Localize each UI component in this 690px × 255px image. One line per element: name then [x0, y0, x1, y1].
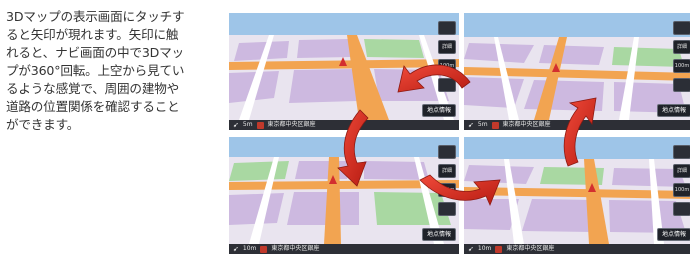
nav-map-screen-bottom-left[interactable]: 詳細 100m 地点情報 ➹ 10m 東京都中央区銀座 — [229, 137, 459, 254]
nav-map-screen-top-left[interactable]: 詳細 100m 地点情報 ➹ 5m 東京都中央区銀座 — [229, 13, 459, 130]
status-bar: ➹ 10m 東京都中央区銀座 — [464, 244, 690, 254]
zoom-button[interactable] — [438, 202, 456, 216]
map-scale: 5m — [477, 121, 488, 128]
status-bar: ➹ 10m 東京都中央区銀座 — [229, 244, 459, 254]
map-scale: 10m — [477, 245, 492, 252]
side-button-column: 詳細 100m — [673, 145, 690, 216]
compass-icon: ➹ — [233, 121, 239, 129]
side-button-column: 詳細 100m — [438, 21, 456, 92]
location-info-button[interactable]: 地点情報 — [657, 104, 690, 117]
current-position-icon — [339, 57, 347, 66]
position-mark-icon — [495, 245, 503, 253]
current-position-icon — [329, 175, 337, 184]
side-button-column: 詳細 100m — [673, 21, 690, 92]
zoom-button[interactable] — [438, 78, 456, 92]
status-bar: ➹ 5m 東京都中央区銀座 — [464, 120, 690, 130]
scale-button[interactable]: 100m — [438, 59, 456, 73]
detail-button[interactable]: 詳細 — [438, 164, 456, 178]
compass-icon: ➹ — [468, 121, 474, 129]
map-scale: 5m — [242, 121, 253, 128]
position-mark-icon — [491, 121, 499, 129]
description-line: 道路の位置関係を確認すること — [6, 99, 180, 114]
map-mode-button[interactable] — [673, 21, 690, 35]
nav-map-screen-top-right[interactable]: 詳細 100m 地点情報 ➹ 5m 東京都中央区銀座 — [464, 13, 690, 130]
compass-icon: ➹ — [468, 245, 474, 253]
compass-icon: ➹ — [233, 245, 239, 253]
scale-button[interactable]: 100m — [673, 59, 690, 73]
side-button-column: 詳細 100m — [438, 145, 456, 216]
detail-button[interactable]: 詳細 — [673, 40, 690, 54]
current-address: 東京都中央区銀座 — [506, 245, 555, 252]
scale-button[interactable]: 100m — [673, 183, 690, 197]
map-mode-button[interactable] — [438, 145, 456, 159]
zoom-button[interactable] — [673, 78, 690, 92]
description-text: 3Dマップの表示画面にタッチす ると矢印が現れます。矢印に触 れると、ナビ画面の… — [6, 8, 216, 134]
location-info-button[interactable]: 地点情報 — [422, 104, 456, 117]
current-address: 東京都中央区銀座 — [267, 121, 316, 128]
description-line: プが360°回転。上空から見てい — [6, 63, 185, 78]
description-line: ができます。 — [6, 117, 80, 132]
page: 3Dマップの表示画面にタッチす ると矢印が現れます。矢印に触 れると、ナビ画面の… — [0, 0, 690, 255]
current-position-icon — [552, 63, 560, 72]
location-info-button[interactable]: 地点情報 — [422, 228, 456, 241]
detail-button[interactable]: 詳細 — [673, 164, 690, 178]
current-address: 東京都中央区銀座 — [271, 245, 320, 252]
location-info-button[interactable]: 地点情報 — [657, 228, 690, 241]
scale-button[interactable]: 100m — [438, 183, 456, 197]
status-bar: ➹ 5m 東京都中央区銀座 — [229, 120, 459, 130]
description-line: れると、ナビ画面の中で3Dマッ — [6, 45, 184, 60]
nav-map-screen-bottom-right[interactable]: 詳細 100m 地点情報 ➹ 10m 東京都中央区銀座 — [464, 137, 690, 254]
description-line: 3Dマップの表示画面にタッチす — [6, 9, 185, 24]
map-mode-button[interactable] — [438, 21, 456, 35]
map-mode-button[interactable] — [673, 145, 690, 159]
map-scale: 10m — [242, 245, 257, 252]
zoom-button[interactable] — [673, 202, 690, 216]
current-position-icon — [588, 183, 596, 192]
position-mark-icon — [260, 245, 268, 253]
current-address: 東京都中央区銀座 — [502, 121, 551, 128]
description-line: ると矢印が現れます。矢印に触 — [6, 27, 179, 42]
position-mark-icon — [256, 121, 264, 129]
description-line: るような感覚で、周囲の建物や — [6, 81, 180, 96]
detail-button[interactable]: 詳細 — [438, 40, 456, 54]
